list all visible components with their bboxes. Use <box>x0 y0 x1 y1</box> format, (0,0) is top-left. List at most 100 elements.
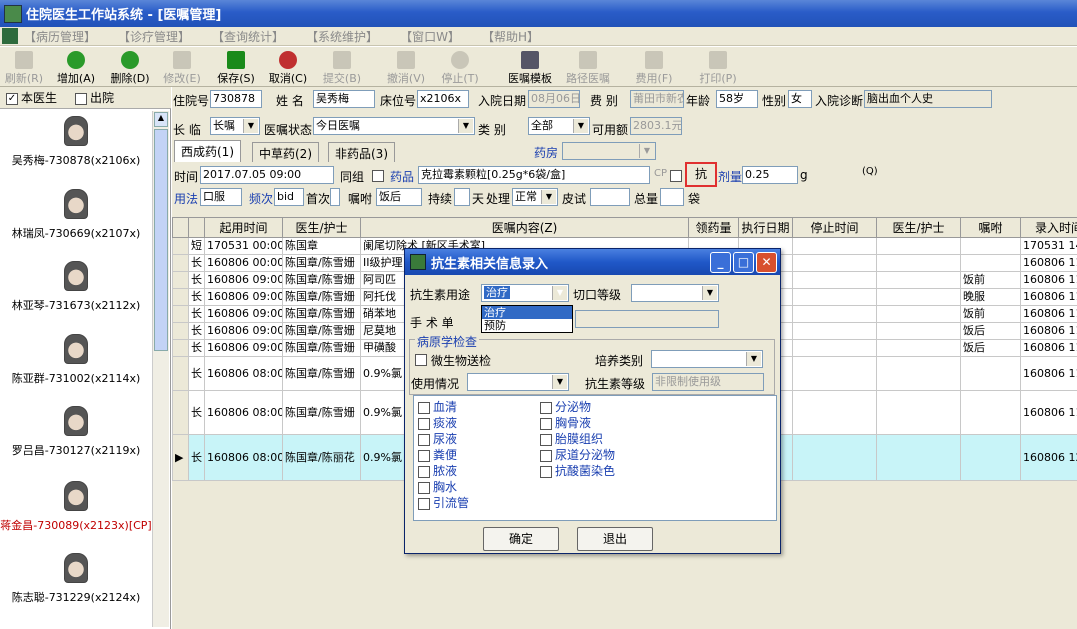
antibiotic-button[interactable]: 抗 <box>685 162 717 187</box>
col-stop[interactable]: 停止时间 <box>792 217 877 238</box>
specimen-checkbox[interactable]: 胸水 <box>418 478 457 495</box>
specimen-checkbox[interactable]: 血清 <box>418 398 457 415</box>
option-treat[interactable]: 治疗 <box>482 306 572 319</box>
specimen-checkbox[interactable]: 痰液 <box>418 414 457 431</box>
col-doctor2[interactable]: 医生/护士 <box>876 217 961 238</box>
ok-button[interactable]: 确定 <box>483 527 559 551</box>
submit-button[interactable]: 提交(B) <box>320 49 364 85</box>
col-start[interactable]: 起用时间 <box>204 217 283 238</box>
specimen-checkbox[interactable]: 尿液 <box>418 430 457 447</box>
name-field[interactable]: 吴秀梅 <box>313 90 375 108</box>
exit-button[interactable]: 退出 <box>577 527 653 551</box>
persist-field[interactable] <box>454 188 470 206</box>
tab-western[interactable]: 西成药(1) <box>174 140 241 162</box>
col-entry[interactable]: 录入时间 <box>1020 217 1077 238</box>
patient-item[interactable]: 林亚琴-731673(x2112x) <box>0 261 152 313</box>
stop-button[interactable]: 停止(T) <box>438 49 482 85</box>
specimen-checkbox[interactable]: 抗酸菌染色 <box>540 462 615 479</box>
specimen-checkbox[interactable]: 尿道分泌物 <box>540 446 615 463</box>
specimen-checkbox[interactable]: 引流管 <box>418 494 469 511</box>
specimen-checkbox[interactable]: 胎膜组织 <box>540 430 603 447</box>
app-menu-icon[interactable] <box>2 28 18 44</box>
usage-field[interactable]: 口服 <box>200 188 242 206</box>
patient-item[interactable]: 林瑞凤-730669(x2107x) <box>0 189 152 241</box>
col-advice[interactable]: 嘱咐 <box>960 217 1021 238</box>
sex-field[interactable]: 女 <box>788 90 812 108</box>
print-button[interactable]: 打印(P) <box>696 49 740 85</box>
checkbox-box <box>540 433 552 446</box>
col-exec[interactable]: 执行日期 <box>738 217 793 238</box>
group-checkbox[interactable] <box>372 170 384 182</box>
specimen-checkbox[interactable]: 粪便 <box>418 446 457 463</box>
time-field[interactable]: 2017.07.05 09:00 <box>200 166 334 184</box>
patient-item[interactable]: 吴秀梅-730878(x2106x) <box>0 116 152 168</box>
handle-select[interactable]: 正常 <box>512 188 558 206</box>
cancel-button[interactable]: 取消(C) <box>266 49 310 85</box>
revoke-button[interactable]: 撤消(V) <box>384 49 428 85</box>
discharged-checkbox[interactable]: 出院 <box>75 89 114 106</box>
purpose-select[interactable]: 治疗 <box>481 284 569 302</box>
minimize-icon[interactable]: _ <box>710 252 731 273</box>
menu-query[interactable]: 【查询统计】 <box>212 28 284 45</box>
save-button[interactable]: 保存(S) <box>214 49 258 85</box>
patient-item[interactable]: 罗吕昌-730127(x2119x) <box>0 406 152 458</box>
col-content[interactable]: 医嘱内容(Z) <box>360 217 689 238</box>
hosp-no-field[interactable]: 730878 <box>210 90 262 108</box>
age-field[interactable]: 58岁 <box>716 90 758 108</box>
col-marker <box>172 217 189 238</box>
total-field[interactable] <box>660 188 684 206</box>
window-titlebar[interactable]: 住院医生工作站系统 - [医嘱管理] <box>0 0 1077 27</box>
first-field[interactable] <box>330 188 340 206</box>
scroll-up-icon[interactable]: ▲ <box>154 112 168 127</box>
micro-checkbox[interactable] <box>415 354 427 366</box>
refresh-button[interactable]: 刷新(R) <box>2 49 46 85</box>
cell-advice: 饭后 <box>960 322 1021 340</box>
patient-scrollbar[interactable]: ▲ <box>152 111 169 627</box>
fee-button[interactable]: 费用(F) <box>632 49 676 85</box>
skin-field[interactable] <box>590 188 630 206</box>
menu-record[interactable]: 【病历管理】 <box>24 28 96 45</box>
admit-field: 08月06日 <box>528 90 580 108</box>
advice-field[interactable]: 饭后 <box>376 188 422 206</box>
drug-field[interactable]: 克拉霉素颗粒[0.25g*6袋/盒] <box>418 166 650 184</box>
patient-item[interactable]: 陈亚群-731002(x2114x) <box>0 334 152 386</box>
tab-nondrug[interactable]: 非药品(3) <box>328 142 395 162</box>
option-prevent[interactable]: 预防 <box>482 319 572 332</box>
edit-button[interactable]: 修改(E) <box>160 49 204 85</box>
specimen-checkbox[interactable]: 脓液 <box>418 462 457 479</box>
menu-window[interactable]: 【窗口W】 <box>400 28 460 45</box>
specimen-checkbox[interactable]: 分泌物 <box>540 398 591 415</box>
col-qty[interactable]: 领药量 <box>688 217 739 238</box>
path-icon <box>579 51 597 69</box>
cell-doctor: 陈国章 <box>282 237 361 255</box>
close-icon[interactable]: ✕ <box>756 252 777 273</box>
template-button[interactable]: 医嘱模板 <box>504 49 556 85</box>
dose-field[interactable]: 0.25 <box>742 166 798 184</box>
tab-herbal[interactable]: 中草药(2) <box>252 142 319 162</box>
freq-field[interactable]: bid <box>274 188 304 206</box>
cell-marker <box>172 339 189 357</box>
menu-diagnosis[interactable]: 【诊疗管理】 <box>118 28 190 45</box>
status-select[interactable]: 今日医嘱 <box>313 117 475 135</box>
delete-button[interactable]: 删除(D) <box>106 49 154 85</box>
cp-checkbox[interactable] <box>670 170 682 182</box>
cell-start: 170531 00:00 <box>204 237 283 255</box>
use-select[interactable] <box>467 373 569 391</box>
my-patients-checkbox[interactable]: ✓ 本医生 <box>6 89 57 106</box>
col-doctor[interactable]: 医生/护士 <box>282 217 361 238</box>
type-select[interactable]: 全部 <box>528 117 590 135</box>
specimen-checkbox[interactable]: 胸骨液 <box>540 414 591 431</box>
culture-select[interactable] <box>651 350 763 368</box>
scroll-thumb[interactable] <box>154 129 168 351</box>
long-temp-select[interactable]: 长嘱 <box>210 117 260 135</box>
patient-item-current[interactable]: 蒋金昌-730089(x2123x)[CP] <box>0 481 152 533</box>
path-order-button[interactable]: 路径医嘱 <box>562 49 614 85</box>
bed-field[interactable]: x2106x <box>417 90 469 108</box>
maximize-icon[interactable]: □ <box>733 252 754 273</box>
menu-system[interactable]: 【系统维护】 <box>306 28 378 45</box>
incision-select[interactable] <box>631 284 719 302</box>
patient-item[interactable]: 陈志聪-731229(x2124x) <box>0 553 152 605</box>
menu-help[interactable]: 【帮助H】 <box>482 28 539 45</box>
add-button[interactable]: 增加(A) <box>54 49 98 85</box>
specimen-label: 胸骨液 <box>555 416 592 430</box>
